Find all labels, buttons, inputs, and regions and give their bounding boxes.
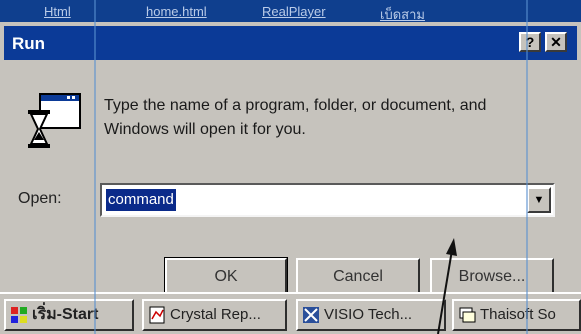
annotation-arrow — [437, 238, 457, 334]
